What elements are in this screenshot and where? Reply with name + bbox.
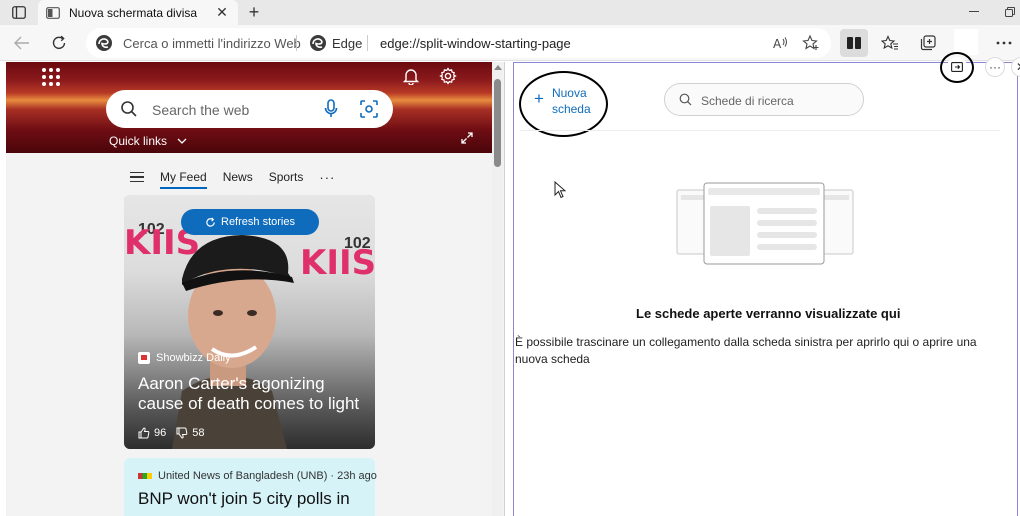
svg-text:A: A	[773, 37, 782, 51]
backdrop-logo-text: KIIS	[300, 243, 375, 283]
refresh-stories-label: Refresh stories	[221, 216, 295, 228]
feed-menu-hamburger-icon[interactable]	[130, 169, 144, 186]
empty-state-title: Le schede aperte verranno visualizzate q…	[636, 306, 901, 321]
expand-arrows-icon[interactable]	[461, 132, 473, 144]
person-photo-illustration	[172, 235, 294, 449]
edge-logo-icon	[96, 35, 112, 51]
title-bar: Nuova schermata divisa ✕ +	[0, 0, 1020, 25]
card-source: Showbizz Daily	[138, 352, 231, 364]
apps-launcher-icon[interactable]	[42, 68, 60, 86]
split-page-favicon-icon	[46, 6, 60, 20]
dislike-count: 58	[192, 427, 205, 439]
like-count: 96	[154, 427, 167, 439]
thumbs-down-icon	[176, 427, 188, 439]
empty-state-description: È possibile trascinare un collegamento d…	[515, 335, 977, 366]
chevron-down-icon	[177, 138, 187, 144]
news-card[interactable]: 102 KIIS 102 KIIS Refresh stories Showbi…	[124, 195, 375, 449]
refresh-stories-button[interactable]: Refresh stories	[181, 209, 319, 235]
refresh-icon	[206, 217, 215, 227]
refresh-icon[interactable]	[45, 29, 73, 57]
feed-navigation: My Feed News Sports ···	[130, 166, 335, 189]
favorites-icon[interactable]	[876, 29, 904, 57]
search-placeholder: Search the web	[152, 102, 250, 118]
browser-tab-active[interactable]: Nuova schermata divisa ✕	[38, 0, 238, 25]
address-bar[interactable]: Cerca o immetti l'indirizzo Web Edge edg…	[86, 28, 831, 58]
settings-more-icon[interactable]	[990, 29, 1018, 57]
feed-more-icon[interactable]: ···	[319, 170, 335, 185]
source-name: United News of Bangladesh (UNB) · 23h ag…	[158, 470, 377, 482]
visual-search-icon[interactable]	[359, 99, 379, 119]
edge-site-icon	[310, 35, 326, 51]
web-search-box[interactable]: Search the web	[106, 90, 393, 128]
collections-icon[interactable]	[914, 29, 942, 57]
window-minimize-icon[interactable]	[964, 2, 984, 22]
mouse-cursor-icon	[554, 181, 566, 199]
feed-tab-news[interactable]: News	[223, 170, 253, 184]
card-headline[interactable]: Aaron Carter's agonizing cause of death …	[138, 374, 370, 414]
source-logo-icon	[138, 473, 152, 479]
tab-actions-icon[interactable]	[8, 3, 30, 22]
hero-background: Search the web Quick links	[6, 62, 492, 153]
pane-close-icon[interactable]: ✕	[1011, 57, 1020, 77]
search-tabs-placeholder: Schede di ricerca	[701, 94, 794, 108]
new-tab-plus-icon[interactable]: +	[244, 2, 264, 22]
news-card[interactable]: United News of Bangladesh (UNB) · 23h ag…	[124, 458, 377, 516]
dislike-button[interactable]: 58	[176, 427, 205, 439]
search-icon	[679, 93, 692, 106]
toolbar: Cerca o immetti l'indirizzo Web Edge edg…	[0, 25, 1020, 61]
source-logo-icon	[138, 352, 150, 364]
window-restore-icon[interactable]	[1000, 2, 1020, 22]
site-label: Edge	[332, 36, 363, 51]
scroll-thumb[interactable]	[494, 79, 501, 167]
feed-tab-sports[interactable]: Sports	[269, 170, 304, 184]
scroll-up-arrow-icon[interactable]	[494, 65, 502, 70]
address-url: edge://split-window-starting-page	[380, 36, 571, 51]
notifications-bell-icon[interactable]	[402, 67, 420, 85]
divider	[520, 130, 1000, 131]
read-aloud-icon[interactable]: A	[772, 34, 790, 52]
voice-search-mic-icon[interactable]	[324, 99, 338, 119]
quick-links-label: Quick links	[109, 134, 168, 148]
feed-tab-my-feed[interactable]: My Feed	[160, 170, 207, 189]
split-screen-icon[interactable]	[840, 29, 868, 57]
card-source: United News of Bangladesh (UNB) · 23h ag…	[138, 470, 377, 482]
quick-links-toggle[interactable]: Quick links	[109, 134, 187, 148]
settings-gear-icon[interactable]	[439, 67, 457, 85]
source-name: Showbizz Daily	[156, 352, 231, 364]
left-split-pane: Search the web Quick links My Feed News …	[6, 62, 505, 516]
address-placeholder: Cerca o immetti l'indirizzo Web	[123, 36, 301, 51]
add-favorite-icon[interactable]	[802, 34, 820, 52]
card-reactions: 96 58	[138, 427, 205, 439]
empty-tabs-illustration	[676, 182, 854, 265]
search-tabs-input[interactable]: Schede di ricerca	[664, 83, 864, 116]
like-button[interactable]: 96	[138, 427, 166, 439]
search-icon	[121, 101, 137, 117]
left-pane-scrollbar[interactable]	[492, 62, 503, 516]
tab-title: Nuova schermata divisa	[69, 5, 198, 20]
card-headline[interactable]: BNP won't join 5 city polls in	[138, 489, 350, 509]
annotation-circle	[940, 52, 974, 83]
thumbs-up-icon	[138, 427, 150, 439]
pane-more-icon[interactable]: ···	[985, 57, 1005, 77]
back-arrow-icon[interactable]	[8, 29, 36, 57]
address-separator	[296, 35, 297, 51]
annotation-circle	[519, 71, 608, 137]
tab-close-icon[interactable]: ✕	[214, 4, 230, 21]
address-separator	[367, 35, 368, 51]
